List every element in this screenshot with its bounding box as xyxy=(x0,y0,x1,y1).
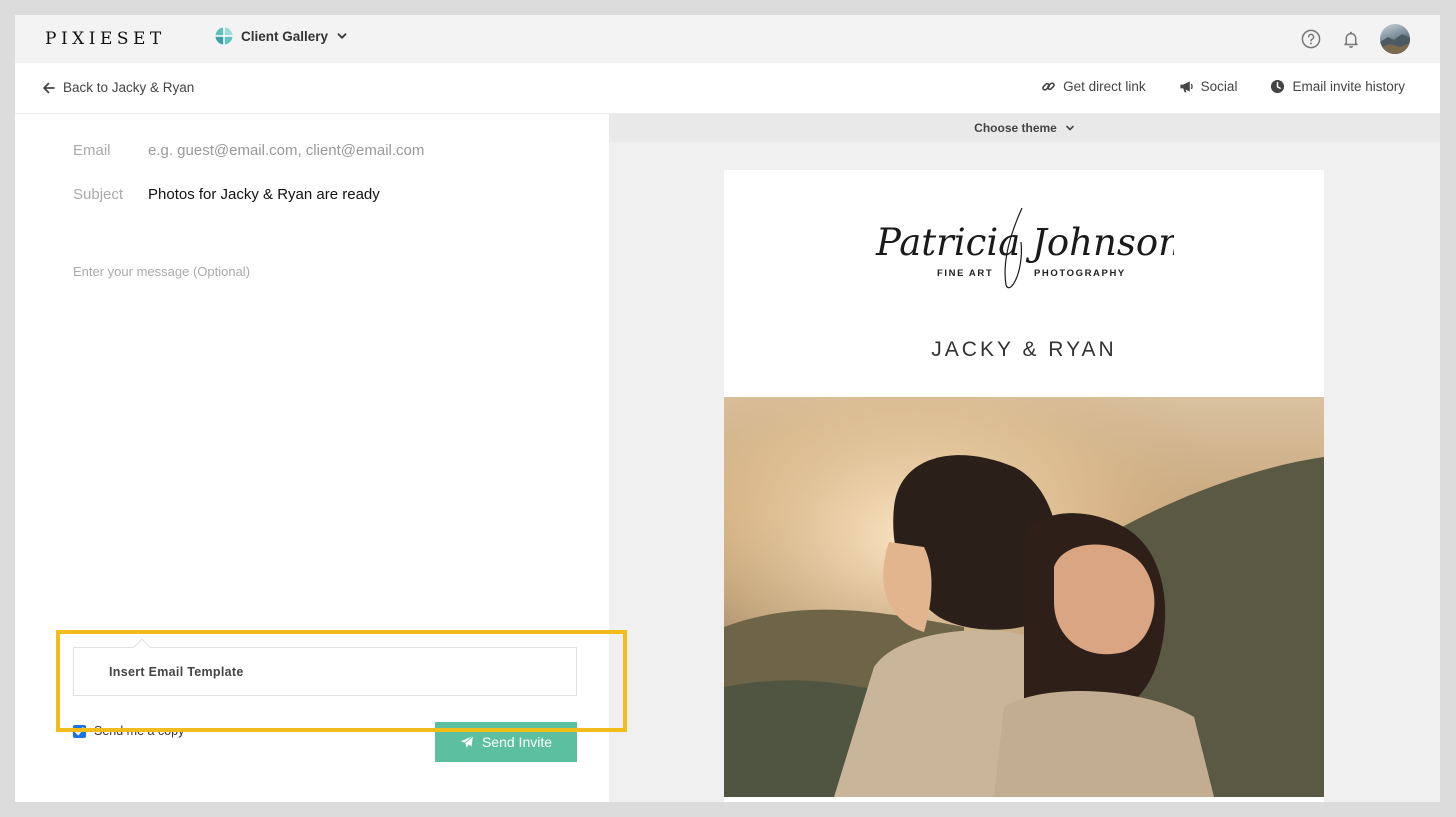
brand-fine-art-text: FINE ART xyxy=(937,268,993,279)
gallery-subnav: Back to Jacky & Ryan Get direct link Soc… xyxy=(15,63,1440,114)
help-icon[interactable] xyxy=(1300,28,1322,50)
get-direct-link-button[interactable]: Get direct link xyxy=(1041,79,1146,94)
send-copy-option[interactable]: Send me a copy xyxy=(73,724,184,738)
product-switcher[interactable]: Client Gallery xyxy=(215,27,348,45)
top-navigation: PIXIESET Client Gallery xyxy=(15,15,1440,63)
cover-photo xyxy=(724,397,1324,797)
email-row: Email xyxy=(73,142,568,159)
subject-label: Subject xyxy=(73,186,124,203)
product-name: Client Gallery xyxy=(241,28,329,44)
message-textarea[interactable] xyxy=(73,264,573,564)
email-preview-card: Patricia Johnson FINE ART PHOTOGRAPHY JA… xyxy=(724,170,1324,802)
email-preview-panel: Choose theme Patricia Johnson FINE ART P… xyxy=(609,114,1440,802)
email-invite-history-label: Email invite history xyxy=(1292,79,1405,94)
social-button[interactable]: Social xyxy=(1179,79,1238,94)
chevron-down-icon xyxy=(337,33,347,39)
megaphone-icon xyxy=(1180,81,1193,93)
link-icon xyxy=(1042,82,1055,91)
insert-email-template-button[interactable]: Insert Email Template xyxy=(73,638,577,696)
compose-panel: Email Subject Insert Email Template Send… xyxy=(15,114,609,802)
arrow-left-icon xyxy=(43,82,55,93)
bell-icon[interactable] xyxy=(1340,28,1362,50)
choose-theme-label: Choose theme xyxy=(974,121,1057,135)
template-box-caret xyxy=(133,638,151,656)
choose-theme-dropdown[interactable]: Choose theme xyxy=(609,114,1440,142)
back-link-label: Back to Jacky & Ryan xyxy=(63,80,195,95)
share-actions: Get direct link Social Email invite hist… xyxy=(1041,79,1405,94)
clock-icon xyxy=(1271,79,1285,94)
subject-input[interactable] xyxy=(148,186,568,203)
pixieset-logo[interactable]: PIXIESET xyxy=(45,29,166,49)
send-invite-label: Send Invite xyxy=(481,734,553,750)
client-gallery-icon xyxy=(215,27,233,45)
email-label: Email xyxy=(73,142,111,159)
chevron-down-icon xyxy=(1066,125,1074,131)
social-label: Social xyxy=(1200,79,1238,94)
brand-script-text: Patricia Johnson xyxy=(875,221,1174,264)
back-link[interactable]: Back to Jacky & Ryan xyxy=(42,80,194,95)
email-invite-history-button[interactable]: Email invite history xyxy=(1270,79,1405,94)
insert-email-template-label: Insert Email Template xyxy=(109,665,244,679)
email-input[interactable] xyxy=(148,142,568,159)
get-direct-link-label: Get direct link xyxy=(1063,79,1146,94)
subject-row: Subject xyxy=(73,186,568,203)
brand-photography-text: PHOTOGRAPHY xyxy=(1034,268,1126,279)
photographer-brand-logo: Patricia Johnson FINE ART PHOTOGRAPHY xyxy=(875,207,1174,289)
avatar-image xyxy=(1380,34,1410,54)
send-copy-checkbox[interactable] xyxy=(73,724,86,738)
send-copy-label: Send me a copy xyxy=(94,724,185,738)
cover-photo-illustration xyxy=(724,397,1324,797)
gallery-title: JACKY & RYAN xyxy=(931,338,1117,361)
user-avatar[interactable] xyxy=(1380,24,1410,54)
top-nav-actions xyxy=(1300,24,1410,54)
paper-plane-icon xyxy=(460,735,474,748)
app-window: PIXIESET Client Gallery Back to Jacky & … xyxy=(15,15,1440,802)
send-invite-button[interactable]: Send Invite xyxy=(435,722,577,762)
